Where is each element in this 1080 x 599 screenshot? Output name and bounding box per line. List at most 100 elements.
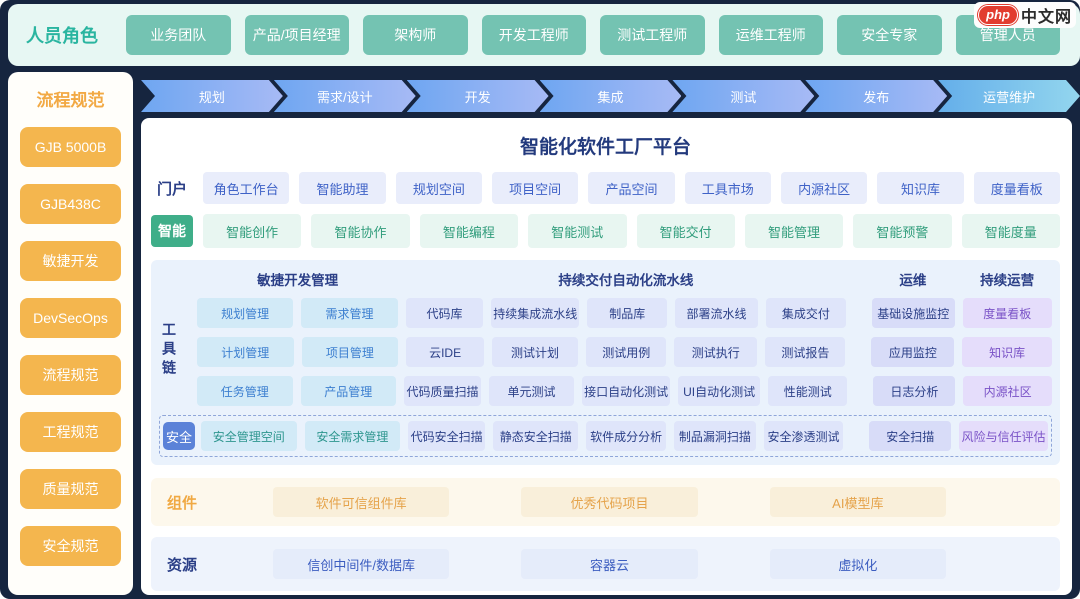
component-library-item[interactable]: AI模型库 — [769, 487, 946, 517]
portal-item[interactable]: 角色工作台 — [203, 172, 290, 204]
platform-panel: 智能化软件工厂平台 门户 角色工作台 智能助理 规划空间 项目空间 产品空间 工… — [141, 118, 1072, 595]
sidebar-item[interactable]: 敏捷开发 — [20, 241, 121, 281]
toolchain-tool[interactable]: 知识库 — [962, 337, 1052, 367]
pipeline-stage[interactable]: 测试 — [672, 80, 814, 112]
toolchain-tool[interactable]: 计划管理 — [197, 337, 294, 367]
toolchain-row: 计划管理 项目管理 云IDE 测试计划 测试用例 测试执行 测试报告 应用监控 … — [159, 337, 1052, 367]
portal-label: 门户 — [156, 180, 187, 198]
role-button[interactable]: 安全专家 — [837, 15, 942, 55]
platform-title: 智能化软件工厂平台 — [519, 137, 691, 158]
component-library-item[interactable]: 软件可信组件库 — [273, 487, 450, 517]
security-tool[interactable]: 安全渗透测试 — [763, 421, 844, 451]
role-button[interactable]: 业务团队 — [126, 15, 231, 55]
toolchain-tool[interactable]: 测试报告 — [765, 337, 846, 367]
portal-row: 门户 角色工作台 智能助理 规划空间 项目空间 产品空间 工具市场 内源社区 知… — [151, 172, 1060, 204]
portal-item[interactable]: 度量看板 — [973, 172, 1060, 204]
portal-item[interactable]: 知识库 — [877, 172, 964, 204]
role-button[interactable]: 开发工程师 — [481, 15, 586, 55]
toolchain-tool[interactable]: 应用监控 — [871, 337, 955, 367]
components-row: 组件 软件可信组件库 优秀代码项目 AI模型库 — [151, 478, 1060, 526]
toolchain-tool[interactable]: 单元测试 — [488, 376, 575, 406]
toolchain-tool[interactable]: 日志分析 — [873, 376, 956, 406]
pipeline-stage[interactable]: 规划 — [141, 80, 283, 112]
pipeline-stage[interactable]: 开发 — [407, 80, 549, 112]
toolchain-tool[interactable]: 制品库 — [587, 298, 668, 328]
toolchain-tool[interactable]: 任务管理 — [197, 376, 293, 406]
toolchain-tool[interactable]: 规划管理 — [197, 298, 294, 328]
resources-row: 资源 信创中间件/数据库 容器云 虚拟化 — [151, 537, 1060, 591]
toolchain-tool[interactable]: 测试用例 — [586, 337, 667, 367]
php-logo-badge: php — [978, 5, 1018, 25]
portal-item[interactable]: 工具市场 — [684, 172, 771, 204]
components-items: 软件可信组件库 优秀代码项目 AI模型库 — [207, 487, 1050, 517]
resources-label: 资源 — [167, 556, 198, 574]
sidebar-item[interactable]: GJB 5000B — [20, 127, 121, 167]
sidebar-item[interactable]: 工程规范 — [20, 412, 121, 452]
portal-item[interactable]: 内源社区 — [780, 172, 868, 204]
role-button[interactable]: 测试工程师 — [600, 15, 705, 55]
resource-item[interactable]: 虚拟化 — [769, 549, 946, 579]
toolchain-tool[interactable]: 度量看板 — [962, 298, 1052, 328]
toolchain-tool[interactable]: 基础设施监控 — [871, 298, 955, 328]
toolchain-tool[interactable]: 测试执行 — [674, 337, 758, 367]
role-button[interactable]: 运维工程师 — [718, 15, 823, 55]
toolchain-tool[interactable]: 代码质量扫描 — [404, 376, 481, 406]
security-tool[interactable]: 代码安全扫描 — [408, 421, 486, 451]
security-tool[interactable]: 软件成分分析 — [586, 421, 666, 451]
ai-capability-item[interactable]: 智能协作 — [311, 214, 410, 248]
role-button[interactable]: 产品/项目经理 — [244, 15, 349, 55]
toolchain-tool[interactable]: 集成交付 — [765, 298, 846, 328]
toolchain-tool[interactable]: 接口自动化测试 — [582, 376, 671, 406]
sidebar-item[interactable]: 流程规范 — [20, 355, 121, 395]
component-library-item[interactable]: 优秀代码项目 — [521, 487, 698, 517]
toolchain-tool[interactable]: 部署流水线 — [675, 298, 758, 328]
toolchain-tool[interactable]: 测试计划 — [491, 337, 579, 367]
sidebar-item[interactable]: 质量规范 — [20, 469, 121, 509]
ai-row: 智能 智能创作 智能协作 智能编程 智能测试 智能交付 智能管理 智能预警 智能… — [151, 214, 1060, 248]
toolchain-tool[interactable]: 代码库 — [405, 298, 484, 328]
resource-item[interactable]: 信创中间件/数据库 — [273, 549, 450, 579]
pipeline-stage[interactable]: 运营维护 — [938, 80, 1080, 112]
security-tool[interactable]: 安全需求管理 — [304, 421, 401, 451]
security-tool[interactable]: 静态安全扫描 — [493, 421, 579, 451]
security-tool[interactable]: 制品漏洞扫描 — [673, 421, 756, 451]
resources-items: 信创中间件/数据库 容器云 虚拟化 — [207, 549, 1050, 579]
group-header-cd: 持续交付自动化流水线 — [558, 273, 694, 288]
portal-item[interactable]: 智能助理 — [299, 172, 386, 204]
toolchain-tool[interactable]: 持续集成流水线 — [491, 298, 580, 328]
ai-capability-item[interactable]: 智能测试 — [528, 214, 627, 248]
toolchain-tool[interactable]: 需求管理 — [301, 298, 398, 328]
security-tool[interactable]: 安全管理空间 — [201, 421, 297, 451]
sidebar-item[interactable]: 安全规范 — [20, 526, 121, 566]
ai-capability-item[interactable]: 智能创作 — [203, 214, 302, 248]
roles-bar: 人员角色 业务团队 产品/项目经理 架构师 开发工程师 测试工程师 运维工程师 … — [8, 4, 1080, 66]
ai-capability-item[interactable]: 智能交付 — [636, 214, 735, 248]
portal-item[interactable]: 规划空间 — [395, 172, 482, 204]
ai-label-badge: 智能 — [151, 215, 193, 247]
role-button[interactable]: 架构师 — [363, 15, 468, 55]
main-area: 规划 需求/设计 开发 集成 测试 发布 运营维护 智能化软件工厂平台 门户 角… — [141, 72, 1080, 599]
toolchain-tool[interactable]: 云IDE — [406, 337, 484, 367]
resource-item[interactable]: 容器云 — [521, 549, 698, 579]
security-tool[interactable]: 风险与信任评估 — [959, 421, 1048, 451]
ai-capability-item[interactable]: 智能管理 — [744, 214, 844, 248]
sidebar-item[interactable]: DevSecOps — [20, 298, 121, 338]
portal-item[interactable]: 产品空间 — [588, 172, 675, 204]
pipeline-stage[interactable]: 集成 — [540, 80, 682, 112]
toolchain-tool[interactable]: 项目管理 — [301, 337, 399, 367]
toolchain-tool[interactable]: 性能测试 — [768, 376, 848, 406]
portal-item[interactable]: 项目空间 — [491, 172, 579, 204]
app-root: 人员角色 业务团队 产品/项目经理 架构师 开发工程师 测试工程师 运维工程师 … — [0, 0, 1080, 599]
toolchain-tool[interactable]: UI自动化测试 — [678, 376, 761, 406]
lifecycle-pipeline: 规划 需求/设计 开发 集成 测试 发布 运营维护 — [141, 80, 1080, 112]
pipeline-stage[interactable]: 需求/设计 — [274, 80, 416, 112]
security-tool[interactable]: 安全扫描 — [869, 421, 952, 451]
ai-capability-item[interactable]: 智能编程 — [419, 214, 519, 248]
sidebar-item[interactable]: GJB438C — [20, 184, 121, 224]
toolchain-row: 规划管理 需求管理 代码库 持续集成流水线 制品库 部署流水线 集成交付 基础设… — [159, 298, 1052, 328]
toolchain-tool[interactable]: 产品管理 — [300, 376, 397, 406]
pipeline-stage[interactable]: 发布 — [805, 80, 947, 112]
ai-capability-item[interactable]: 智能预警 — [853, 214, 952, 248]
toolchain-tool[interactable]: 内源社区 — [963, 376, 1052, 406]
ai-capability-item[interactable]: 智能度量 — [961, 214, 1060, 248]
